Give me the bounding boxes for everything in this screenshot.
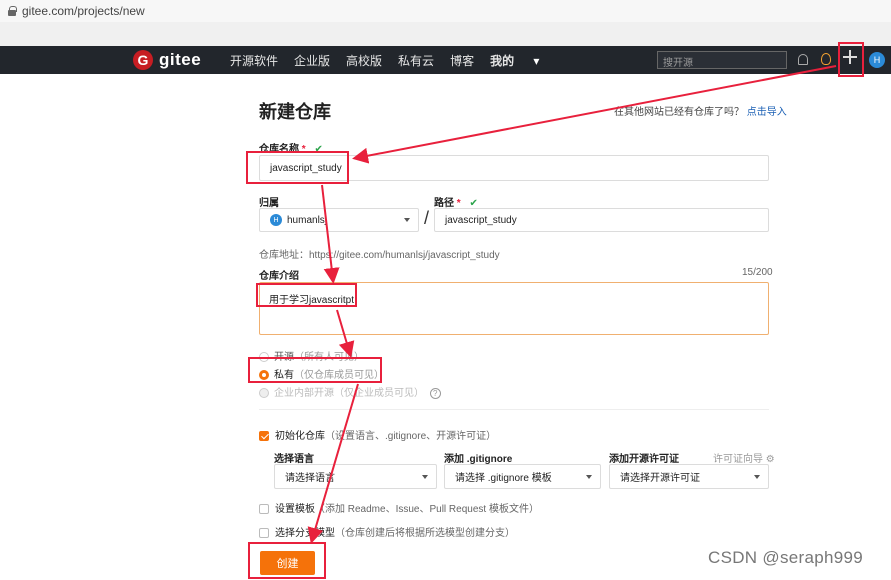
annotation-box-plus xyxy=(838,42,864,77)
nav-search-input[interactable]: 搜开源 xyxy=(657,51,787,69)
browser-url-bar[interactable]: gitee.com/projects/new xyxy=(0,0,891,22)
owner-avatar: H xyxy=(270,214,282,226)
nav-link-open-source[interactable]: 开源软件 xyxy=(230,52,278,69)
help-icon[interactable]: ? xyxy=(429,388,441,399)
license-label: 添加开源许可证 xyxy=(609,454,679,465)
path-separator: / xyxy=(424,208,430,228)
chevron-down-icon xyxy=(404,218,410,222)
path-input[interactable]: javascript_study xyxy=(434,208,769,232)
chevron-down-icon xyxy=(422,474,428,479)
template-checkbox[interactable] xyxy=(259,504,269,515)
annotation-arrow xyxy=(321,184,340,284)
license-select[interactable]: 请选择开源许可证 xyxy=(609,464,769,489)
annotation-box-repo-name xyxy=(246,151,349,184)
gitee-logo-icon: G xyxy=(133,50,153,70)
owner-value: humanlsj xyxy=(287,214,328,226)
repo-address: 仓库地址：https://gitee.com/humanlsj/javascri… xyxy=(259,250,500,261)
path-label: 路径 * ✔ xyxy=(434,198,478,209)
bell-icon[interactable] xyxy=(798,54,808,65)
license-guide-link[interactable]: 许可证向导 ⚙ xyxy=(713,450,775,465)
watermark: CSDN @seraph999 xyxy=(708,548,863,567)
init-repo-checkbox[interactable] xyxy=(259,431,269,442)
gitee-logo[interactable]: G gitee xyxy=(133,50,201,70)
import-hint: 在其他网站已经有仓库了吗？ 点击导入 xyxy=(614,107,787,118)
branch-model-checkbox[interactable] xyxy=(259,528,269,539)
nav-link-education[interactable]: 高校版 xyxy=(346,52,382,69)
annotation-box-intro xyxy=(256,283,357,307)
chevron-down-icon xyxy=(586,474,592,479)
nav-link-enterprise[interactable]: 企业版 xyxy=(294,52,330,69)
gitee-logo-text: gitee xyxy=(159,50,202,69)
annotation-box-private xyxy=(248,357,382,383)
nav-link-private-cloud[interactable]: 私有云 xyxy=(398,52,434,69)
nav-links: 开源软件 企业版 高校版 私有云 博客 我的 ▾ xyxy=(230,46,555,74)
owner-select[interactable]: H humanlsj xyxy=(259,208,419,232)
gitignore-label: 添加 .gitignore xyxy=(444,454,513,465)
init-repo-option[interactable]: 初始化仓库（设置语言、.gitignore、开源许可证） xyxy=(259,427,496,442)
intro-counter: 15/200 xyxy=(742,267,773,278)
browser-spacer xyxy=(0,22,891,46)
annotation-arrow xyxy=(307,383,359,544)
import-link[interactable]: 点击导入 xyxy=(747,107,787,118)
lightbulb-icon[interactable] xyxy=(821,53,831,65)
top-navbar: G gitee 开源软件 企业版 高校版 私有云 博客 我的 ▾ 搜开源 xyxy=(0,46,891,74)
lock-icon xyxy=(8,6,17,16)
nav-link-blog[interactable]: 博客 xyxy=(450,52,474,69)
visibility-option-enterprise[interactable]: 企业内部开源（仅企业成员可见） ? xyxy=(259,384,441,399)
annotation-box-create xyxy=(248,542,326,579)
url-text[interactable]: gitee.com/projects/new xyxy=(22,4,145,18)
user-avatar[interactable]: H xyxy=(869,52,885,68)
intro-label: 仓库介绍 xyxy=(259,271,299,282)
page-title: 新建仓库 xyxy=(259,102,331,122)
language-select[interactable]: 请选择语言 xyxy=(274,464,437,489)
owner-label: 归属 xyxy=(259,198,279,209)
nav-mine-menu[interactable]: 我的 ▾ xyxy=(490,52,539,69)
divider xyxy=(259,409,769,410)
gitignore-select[interactable]: 请选择 .gitignore 模板 xyxy=(444,464,601,489)
template-option[interactable]: 设置模板（添加 Readme、Issue、Pull Request 模板文件） xyxy=(259,500,539,515)
chevron-down-icon xyxy=(754,474,760,479)
branch-model-option[interactable]: 选择分支模型（仓库创建后将根据所选模型创建分支） xyxy=(259,524,515,539)
radio-enterprise[interactable] xyxy=(259,388,269,399)
language-label: 选择语言 xyxy=(274,454,314,465)
